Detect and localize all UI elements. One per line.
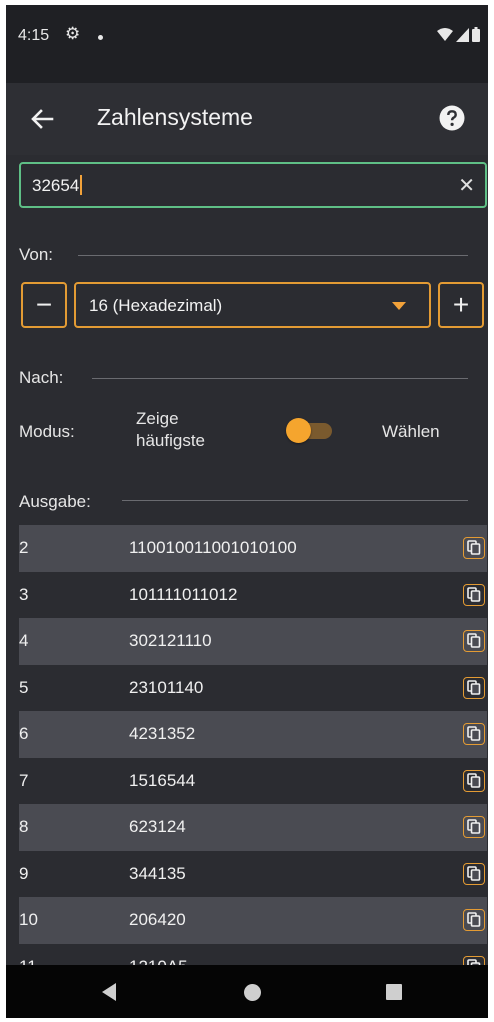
source-base-select[interactable]: 16 (Hexadezimal) [74, 282, 431, 328]
output-list: 2 110010011001010100 3 101111011012 4 3021211… [19, 525, 487, 990]
back-arrow-icon[interactable] [28, 105, 56, 133]
output-row: 5 23101140 [19, 665, 487, 712]
plus-icon: + [452, 289, 470, 320]
copy-icon[interactable] [463, 816, 485, 838]
app-screen: 4:15 ⚙ Zahlensysteme 32654 ✕ Von: − 16 (… [6, 5, 488, 1018]
output-value: 101111011012 [129, 584, 238, 604]
increment-base-button[interactable]: + [438, 282, 484, 328]
von-divider [78, 255, 468, 256]
minus-icon: − [35, 289, 53, 320]
nav-home-icon[interactable] [244, 984, 261, 1001]
copy-icon[interactable] [463, 862, 485, 885]
output-value: 206420 [129, 910, 186, 929]
output-base: 9 [19, 863, 29, 883]
mode-toggle-thumb[interactable] [286, 418, 311, 443]
output-base: 4 [19, 631, 29, 650]
output-row: 9 344135 [19, 851, 487, 898]
nav-back-icon[interactable] [102, 983, 116, 1001]
copy-icon[interactable] [463, 676, 485, 699]
output-base: 7 [19, 770, 29, 790]
source-base-value: 16 (Hexadezimal) [89, 296, 223, 315]
output-row: 2 110010011001010100 [19, 525, 487, 572]
dropdown-arrow-icon [392, 302, 406, 310]
modus-label: Modus: [19, 422, 75, 441]
copy-icon[interactable] [463, 909, 485, 931]
page-title: Zahlensysteme [97, 104, 253, 130]
decrement-base-button[interactable]: − [21, 282, 67, 328]
number-input[interactable]: 32654 ✕ [19, 162, 487, 208]
settings-notification-icon: ⚙ [65, 24, 81, 43]
help-icon[interactable] [439, 105, 465, 131]
output-base: 2 [19, 538, 29, 557]
output-base: 5 [19, 677, 29, 697]
copy-icon[interactable] [463, 769, 485, 792]
output-value: 4231352 [129, 724, 196, 743]
clear-icon[interactable]: ✕ [458, 176, 475, 196]
status-bar: 4:15 ⚙ [6, 5, 488, 83]
copy-icon[interactable] [463, 537, 485, 559]
copy-icon[interactable] [463, 630, 485, 652]
status-icons [437, 27, 480, 42]
output-base: 10 [19, 910, 38, 929]
output-row: 4 302121110 [19, 618, 487, 665]
nach-divider [92, 378, 468, 379]
ausgabe-divider [122, 500, 468, 501]
output-row: 7 1516544 [19, 758, 487, 805]
notification-dot-icon [98, 35, 103, 40]
text-caret [80, 175, 83, 195]
number-input-value: 32654 [32, 175, 83, 196]
app-bar: Zahlensysteme [6, 83, 488, 155]
output-value: 623124 [129, 817, 186, 836]
output-value: 302121110 [129, 631, 212, 650]
output-value: 23101140 [129, 677, 204, 697]
output-row: 8 623124 [19, 804, 487, 851]
nav-recents-icon[interactable] [386, 984, 402, 1000]
output-base: 6 [19, 724, 29, 743]
output-base: 3 [19, 584, 29, 604]
output-row: 3 101111011012 [19, 572, 487, 619]
mode-option-most-common[interactable]: Zeige häufigste [136, 408, 205, 452]
battery-icon [472, 27, 480, 42]
copy-icon[interactable] [463, 583, 485, 606]
nach-label: Nach: [19, 368, 64, 387]
output-value: 344135 [129, 863, 186, 883]
navigation-bar [6, 965, 488, 1018]
signal-icon [456, 27, 469, 42]
output-row: 10 206420 [19, 897, 487, 944]
output-value: 1516544 [129, 770, 196, 790]
copy-icon[interactable] [463, 723, 485, 745]
von-label: Von: [19, 245, 54, 264]
mode-option-choose[interactable]: Wählen [382, 422, 440, 442]
wifi-icon [437, 27, 453, 41]
output-value: 110010011001010100 [129, 538, 297, 557]
status-time: 4:15 [18, 27, 50, 44]
ausgabe-label: Ausgabe: [19, 492, 91, 511]
output-row: 6 4231352 [19, 711, 487, 758]
output-base: 8 [19, 817, 29, 836]
